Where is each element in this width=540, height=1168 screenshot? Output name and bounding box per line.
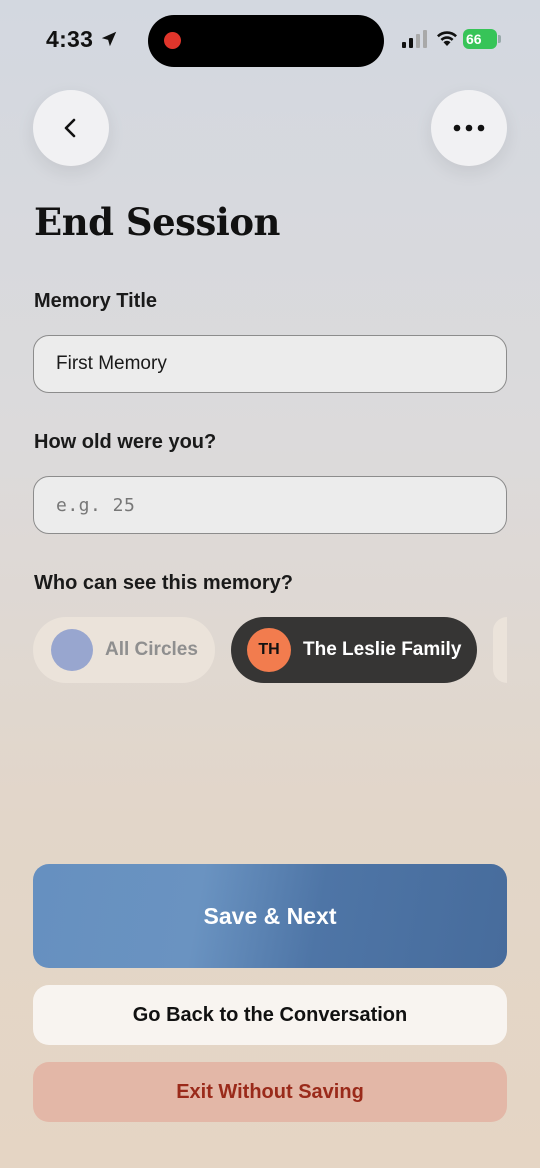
status-bar: 4:33 66 bbox=[0, 0, 540, 80]
recording-indicator-icon bbox=[164, 32, 181, 49]
circle-chip-leslie-family[interactable]: TH The Leslie Family bbox=[231, 617, 477, 683]
back-button[interactable] bbox=[33, 90, 109, 166]
visibility-label: Who can see this memory? bbox=[34, 572, 293, 594]
exit-without-saving-button[interactable]: Exit Without Saving bbox=[33, 1062, 507, 1122]
back-to-conversation-button[interactable]: Go Back to the Conversation bbox=[33, 985, 507, 1045]
location-arrow-icon bbox=[101, 31, 117, 47]
more-horizontal-icon bbox=[453, 124, 485, 132]
wifi-icon bbox=[437, 31, 457, 46]
circle-chip-all-circles[interactable]: All Circles bbox=[33, 617, 215, 683]
dynamic-island bbox=[148, 15, 384, 67]
status-time: 4:33 bbox=[46, 26, 94, 52]
circle-chip-label: The Leslie Family bbox=[303, 639, 462, 660]
cellular-signal-icon bbox=[402, 30, 427, 48]
save-next-button[interactable]: Save & Next bbox=[33, 864, 507, 968]
age-input[interactable] bbox=[33, 476, 507, 534]
chevron-left-icon bbox=[64, 118, 76, 138]
battery-level: 66 bbox=[463, 29, 497, 49]
battery-icon: 66 bbox=[463, 29, 501, 49]
memory-title-label: Memory Title bbox=[34, 290, 157, 312]
leslie-family-avatar: TH bbox=[247, 628, 291, 672]
circle-chip-label: All Circles bbox=[105, 639, 198, 660]
all-circles-avatar bbox=[51, 629, 93, 671]
page-title: End Session bbox=[34, 200, 280, 244]
memory-title-input[interactable] bbox=[33, 335, 507, 393]
age-label: How old were you? bbox=[34, 431, 217, 453]
more-options-button[interactable] bbox=[431, 90, 507, 166]
circle-chip-next-partial[interactable] bbox=[493, 617, 507, 683]
battery-tip bbox=[498, 35, 501, 43]
